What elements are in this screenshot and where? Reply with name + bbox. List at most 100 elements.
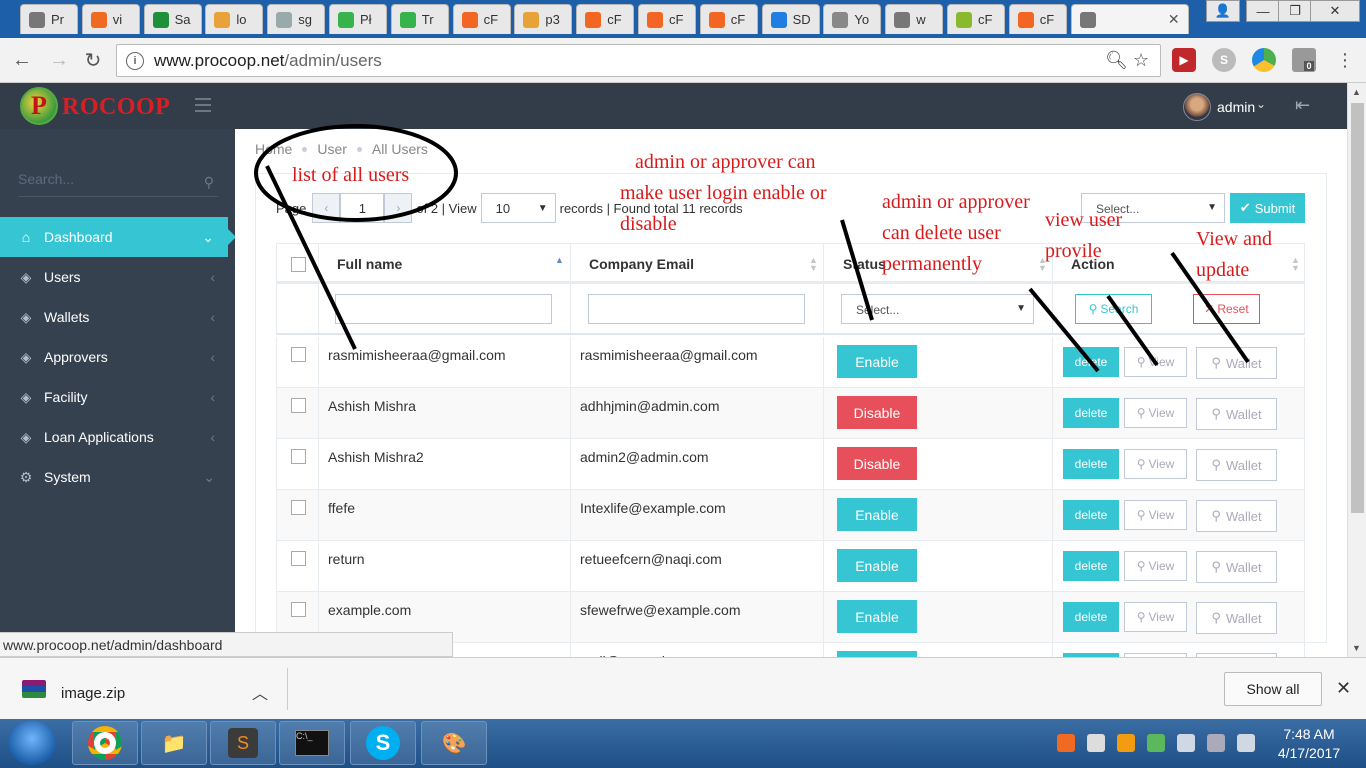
close-tab-icon[interactable]: ✕ [1168, 11, 1180, 28]
row-checkbox[interactable] [291, 347, 306, 362]
view-button[interactable]: ⚲View [1124, 500, 1187, 530]
xampp-tray-icon[interactable] [1057, 734, 1075, 752]
sidebar-item-wallets[interactable]: ◈ Wallets ‹ [0, 297, 235, 337]
display-tray-icon[interactable] [1177, 734, 1195, 752]
row-checkbox[interactable] [291, 500, 306, 515]
avatar[interactable] [1183, 93, 1211, 121]
restore-button[interactable]: ❐ [1278, 0, 1312, 22]
delete-button[interactable]: delete [1063, 449, 1119, 479]
sidebar-item-users[interactable]: ◈ Users ‹ [0, 257, 235, 297]
browser-tab[interactable]: Yo [823, 4, 882, 34]
tray-check-icon[interactable] [1147, 734, 1165, 752]
row-checkbox[interactable] [291, 398, 306, 413]
browser-tab[interactable]: SD [761, 4, 820, 34]
browser-tab[interactable]: p3 [514, 4, 573, 34]
network-tray-icon[interactable] [1207, 734, 1225, 752]
browser-tab[interactable]: cF [452, 4, 511, 34]
skype-taskbar-icon[interactable]: S [350, 721, 416, 765]
close-window-button[interactable]: ✕ [1310, 0, 1360, 22]
search-button[interactable]: ⚲ Search [1075, 294, 1152, 324]
breadcrumb-user[interactable]: User [317, 141, 347, 157]
chevron-up-icon[interactable]: ︿ [252, 680, 268, 704]
skype-extension-icon[interactable]: S [1212, 48, 1236, 72]
status-toggle-button[interactable]: Enable [837, 345, 917, 378]
wallet-button[interactable]: ⚲ Wallet [1196, 500, 1277, 532]
logout-icon[interactable]: ⇤ [1295, 95, 1317, 117]
delete-button[interactable]: delete [1063, 398, 1119, 428]
user-profile-icon[interactable]: 👤 [1206, 0, 1240, 22]
email-filter-input[interactable] [588, 294, 805, 324]
row-checkbox[interactable] [291, 449, 306, 464]
col-status[interactable]: Status [843, 256, 886, 272]
sidebar-item-system[interactable]: ⚙ System ⌄ [0, 457, 235, 497]
wallet-button[interactable]: ⚲ Wallet [1196, 449, 1277, 481]
browser-tab[interactable]: Pr [20, 4, 78, 34]
search-icon[interactable]: ⚲ [204, 174, 214, 191]
view-button[interactable]: ⚲View [1124, 347, 1187, 377]
browser-tab[interactable]: cF [1008, 4, 1067, 34]
volume-icon[interactable] [1237, 734, 1255, 752]
extension-record-icon[interactable]: ▶ [1172, 48, 1196, 72]
delete-button[interactable]: delete [1063, 347, 1119, 377]
user-name[interactable]: admin [1217, 99, 1255, 115]
wallet-button[interactable]: ⚲ Wallet [1196, 398, 1277, 430]
next-page-button[interactable]: › [384, 193, 413, 223]
chrome-taskbar-icon[interactable] [72, 721, 138, 765]
status-filter-select[interactable]: Select... ▼ [841, 294, 1034, 324]
status-toggle-button[interactable]: Disable [837, 447, 917, 480]
delete-button[interactable]: delete [1063, 500, 1119, 530]
row-checkbox[interactable] [291, 551, 306, 566]
reload-icon[interactable]: ↻ [81, 48, 105, 72]
scroll-thumb[interactable] [1351, 103, 1364, 513]
sort-icon[interactable]: ▲ ▼ [1291, 256, 1300, 273]
address-bar[interactable]: i www.procoop.net/admin/users 🔍︎ ☆ [116, 44, 1161, 77]
tray-app-icon[interactable] [1117, 734, 1135, 752]
delete-button[interactable]: delete [1063, 551, 1119, 581]
extension-circle-icon[interactable] [1252, 48, 1276, 72]
chevron-down-icon[interactable]: ⌄ [1256, 97, 1266, 111]
info-icon[interactable]: i [126, 51, 144, 70]
row-checkbox[interactable] [291, 602, 306, 617]
clock[interactable]: 7:48 AM 4/17/2017 [1272, 725, 1346, 763]
wallet-button[interactable]: ⚲ Wallet [1196, 551, 1277, 583]
terminal-taskbar-icon[interactable]: C:\_ [279, 721, 345, 765]
browser-tab[interactable]: cF [947, 4, 1005, 34]
browser-tab[interactable]: cF [576, 4, 635, 34]
browser-tab[interactable]: sg [267, 4, 326, 34]
sidebar-item-approvers[interactable]: ◈ Approvers ‹ [0, 337, 235, 377]
bookmark-star-icon[interactable]: ☆ [1133, 50, 1149, 71]
page-number-input[interactable]: 1 [340, 193, 385, 223]
menu-dots-icon[interactable]: ⋮ [1333, 48, 1357, 72]
download-filename[interactable]: image.zip [61, 685, 125, 702]
breadcrumb-home[interactable]: Home [255, 141, 292, 157]
browser-tab[interactable]: Tr [390, 4, 449, 34]
paint-taskbar-icon[interactable]: 🎨 [421, 721, 487, 765]
browser-tab[interactable]: ✕ [1070, 4, 1189, 34]
status-toggle-button[interactable]: Enable [837, 549, 917, 582]
wallet-button[interactable]: ⚲ Wallet [1196, 347, 1277, 379]
view-button[interactable]: ⚲View [1124, 551, 1187, 581]
browser-tab[interactable]: Sa [143, 4, 202, 34]
select-all-checkbox[interactable] [291, 257, 306, 272]
sublime-taskbar-icon[interactable]: S [210, 721, 276, 765]
sort-asc-icon[interactable]: ▲ [555, 256, 564, 265]
show-all-button[interactable]: Show all [1224, 672, 1322, 706]
sidebar-search-input[interactable]: Search... ⚲ [18, 171, 218, 197]
minimize-button[interactable]: — [1246, 0, 1280, 22]
extension-puzzle-icon[interactable]: 0 [1292, 48, 1316, 72]
scroll-down-icon[interactable]: ▼ [1352, 643, 1361, 653]
sidebar-item-facility[interactable]: ◈ Facility ‹ [0, 377, 235, 417]
per-page-select[interactable]: 10 ▼ [480, 193, 556, 223]
sidebar-item-loan-applications[interactable]: ◈ Loan Applications ‹ [0, 417, 235, 457]
network-x-tray-icon[interactable] [1087, 734, 1105, 752]
view-button[interactable]: ⚲View [1124, 602, 1187, 632]
status-toggle-button[interactable]: Disable [837, 396, 917, 429]
delete-button[interactable]: delete [1063, 602, 1119, 632]
back-icon[interactable]: ← [10, 48, 34, 72]
zoom-icon[interactable]: 🔍︎ [1105, 50, 1128, 71]
file-explorer-taskbar-icon[interactable]: 📁 [141, 721, 207, 765]
name-filter-input[interactable] [335, 294, 552, 324]
sort-icon[interactable]: ▲ ▼ [809, 256, 818, 273]
page-scrollbar[interactable]: ▲ ▼ [1347, 83, 1366, 657]
view-button[interactable]: ⚲View [1124, 449, 1187, 479]
